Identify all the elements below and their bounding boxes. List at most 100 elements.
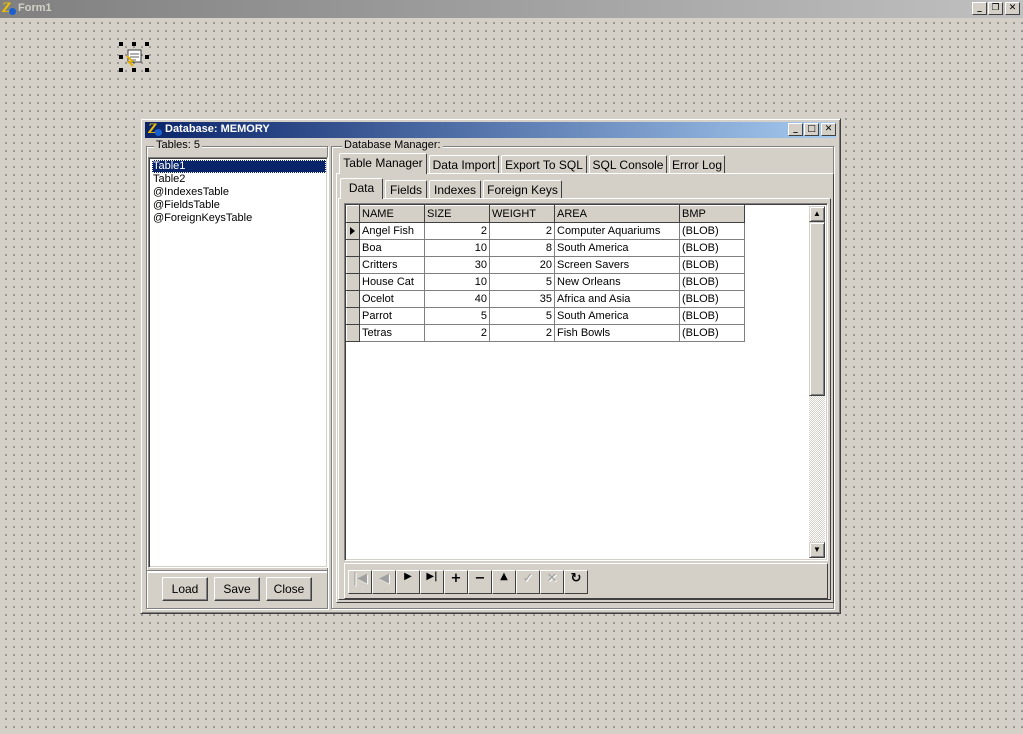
cell-bmp[interactable]: (BLOB) bbox=[679, 222, 745, 240]
data-grid[interactable]: NAME SIZE WEIGHT AREA BMP Angel Fish 2 2… bbox=[344, 203, 828, 561]
cell-area[interactable]: New Orleans bbox=[554, 273, 680, 291]
tab-sql-console[interactable]: SQL Console bbox=[589, 155, 667, 174]
restore-button[interactable]: ❐ bbox=[988, 2, 1003, 15]
cell-weight[interactable]: 8 bbox=[489, 239, 555, 257]
cell-name[interactable]: Ocelot bbox=[359, 290, 425, 308]
cell-size[interactable]: 2 bbox=[424, 222, 490, 240]
row-indicator[interactable] bbox=[346, 290, 360, 308]
cell-name[interactable]: Tetras bbox=[359, 324, 425, 342]
tab-indexes[interactable]: Indexes bbox=[429, 180, 481, 199]
tab-data[interactable]: Data bbox=[340, 178, 383, 199]
table-row[interactable]: Angel Fish 2 2 Computer Aquariums (BLOB) bbox=[346, 222, 745, 240]
cell-area[interactable]: Africa and Asia bbox=[554, 290, 680, 308]
cell-name[interactable]: Boa bbox=[359, 239, 425, 257]
column-header[interactable]: SIZE bbox=[424, 205, 490, 223]
cell-bmp[interactable]: (BLOB) bbox=[679, 290, 745, 308]
column-header[interactable]: BMP bbox=[679, 205, 745, 223]
close-tables-button[interactable]: Close bbox=[266, 577, 312, 601]
cell-bmp[interactable]: (BLOB) bbox=[679, 324, 745, 342]
tab-error-log[interactable]: Error Log bbox=[669, 155, 725, 174]
tab-fields[interactable]: Fields bbox=[385, 180, 427, 199]
table-list-item[interactable]: @IndexesTable bbox=[152, 186, 229, 199]
tab-export-to-sql[interactable]: Export To SQL bbox=[501, 155, 587, 174]
row-indicator[interactable] bbox=[346, 307, 360, 325]
table-row[interactable]: House Cat 10 5 New Orleans (BLOB) bbox=[346, 273, 745, 291]
refresh-record-button[interactable]: ↻ bbox=[564, 570, 588, 594]
grid-vertical-scrollbar[interactable]: ▲ ▼ bbox=[809, 206, 825, 558]
delete-record-button[interactable]: − bbox=[468, 570, 492, 594]
prior-record-button[interactable]: ◀ bbox=[372, 570, 396, 594]
row-indicator[interactable] bbox=[346, 256, 360, 274]
cell-weight[interactable]: 2 bbox=[489, 324, 555, 342]
cell-size[interactable]: 10 bbox=[424, 239, 490, 257]
cell-weight[interactable]: 5 bbox=[489, 307, 555, 325]
next-record-button[interactable]: ▶ bbox=[396, 570, 420, 594]
tables-list[interactable]: Table1 Table2 @IndexesTable @FieldsTable… bbox=[148, 157, 328, 568]
table-list-item[interactable]: @ForeignKeysTable bbox=[152, 212, 252, 225]
table-row[interactable]: Boa 10 8 South America (BLOB) bbox=[346, 239, 745, 257]
cell-weight[interactable]: 2 bbox=[489, 222, 555, 240]
table-row[interactable]: Critters 30 20 Screen Savers (BLOB) bbox=[346, 256, 745, 274]
column-header[interactable]: WEIGHT bbox=[489, 205, 555, 223]
table-row[interactable]: Tetras 2 2 Fish Bowls (BLOB) bbox=[346, 324, 745, 342]
window-maximize-button[interactable]: □ bbox=[804, 123, 819, 136]
edit-record-button[interactable]: ▲ bbox=[492, 570, 516, 594]
row-indicator[interactable] bbox=[346, 222, 360, 240]
column-header[interactable]: NAME bbox=[359, 205, 425, 223]
cell-area[interactable]: South America bbox=[554, 307, 680, 325]
cell-weight[interactable]: 5 bbox=[489, 273, 555, 291]
scroll-up-button[interactable]: ▲ bbox=[809, 206, 825, 222]
save-button[interactable]: Save bbox=[214, 577, 260, 601]
table-list-item[interactable]: Table2 bbox=[152, 173, 185, 186]
table-list-item[interactable]: @FieldsTable bbox=[152, 199, 220, 212]
cell-name[interactable]: Critters bbox=[359, 256, 425, 274]
scroll-down-button[interactable]: ▼ bbox=[809, 542, 825, 558]
cell-size[interactable]: 10 bbox=[424, 273, 490, 291]
cell-bmp[interactable]: (BLOB) bbox=[679, 273, 745, 291]
cell-size[interactable]: 30 bbox=[424, 256, 490, 274]
first-record-button[interactable]: |◀ bbox=[348, 570, 372, 594]
cell-size[interactable]: 5 bbox=[424, 307, 490, 325]
cell-area[interactable]: Screen Savers bbox=[554, 256, 680, 274]
cell-name[interactable]: House Cat bbox=[359, 273, 425, 291]
close-button[interactable]: ✕ bbox=[1005, 2, 1020, 15]
form-title-bar[interactable]: Z Form1 _ ❐ ✕ bbox=[0, 0, 1023, 18]
cell-bmp[interactable]: (BLOB) bbox=[679, 256, 745, 274]
cell-size[interactable]: 40 bbox=[424, 290, 490, 308]
tab-foreign-keys[interactable]: Foreign Keys bbox=[483, 180, 562, 199]
cell-weight[interactable]: 20 bbox=[489, 256, 555, 274]
tab-data-import[interactable]: Data Import bbox=[429, 155, 499, 174]
database-window-title-bar[interactable]: Z Database: MEMORY _ □ ✕ bbox=[145, 121, 836, 138]
row-indicator[interactable] bbox=[346, 273, 360, 291]
app-icon: Z bbox=[2, 0, 16, 16]
cell-area[interactable]: South America bbox=[554, 239, 680, 257]
row-indicator[interactable] bbox=[346, 239, 360, 257]
minimize-button[interactable]: _ bbox=[972, 2, 987, 15]
scroll-thumb[interactable] bbox=[809, 222, 825, 396]
insert-record-button[interactable]: + bbox=[444, 570, 468, 594]
cell-weight[interactable]: 35 bbox=[489, 290, 555, 308]
table-row[interactable]: Parrot 5 5 South America (BLOB) bbox=[346, 307, 745, 325]
cell-name[interactable]: Parrot bbox=[359, 307, 425, 325]
table-row[interactable]: Ocelot 40 35 Africa and Asia (BLOB) bbox=[346, 290, 745, 308]
cell-area[interactable]: Fish Bowls bbox=[554, 324, 680, 342]
table-list-item[interactable]: Table1 bbox=[152, 160, 326, 173]
cell-area[interactable]: Computer Aquariums bbox=[554, 222, 680, 240]
cancel-record-button[interactable]: ✕ bbox=[540, 570, 564, 594]
database-component[interactable] bbox=[119, 42, 149, 72]
cell-name[interactable]: Angel Fish bbox=[359, 222, 425, 240]
cell-bmp[interactable]: (BLOB) bbox=[679, 307, 745, 325]
post-record-button[interactable]: ✓ bbox=[516, 570, 540, 594]
tab-table-manager[interactable]: Table Manager bbox=[339, 153, 427, 174]
window-close-button[interactable]: ✕ bbox=[821, 123, 836, 136]
cell-size[interactable]: 2 bbox=[424, 324, 490, 342]
load-button[interactable]: Load bbox=[162, 577, 208, 601]
database-component-icon bbox=[126, 49, 142, 67]
row-indicator[interactable] bbox=[346, 324, 360, 342]
tables-label: Tables: 5 bbox=[154, 139, 203, 151]
window-minimize-button[interactable]: _ bbox=[788, 123, 803, 136]
column-header[interactable]: AREA bbox=[554, 205, 680, 223]
last-record-button[interactable]: ▶| bbox=[420, 570, 444, 594]
database-manager-label: Database Manager: bbox=[342, 139, 443, 151]
cell-bmp[interactable]: (BLOB) bbox=[679, 239, 745, 257]
